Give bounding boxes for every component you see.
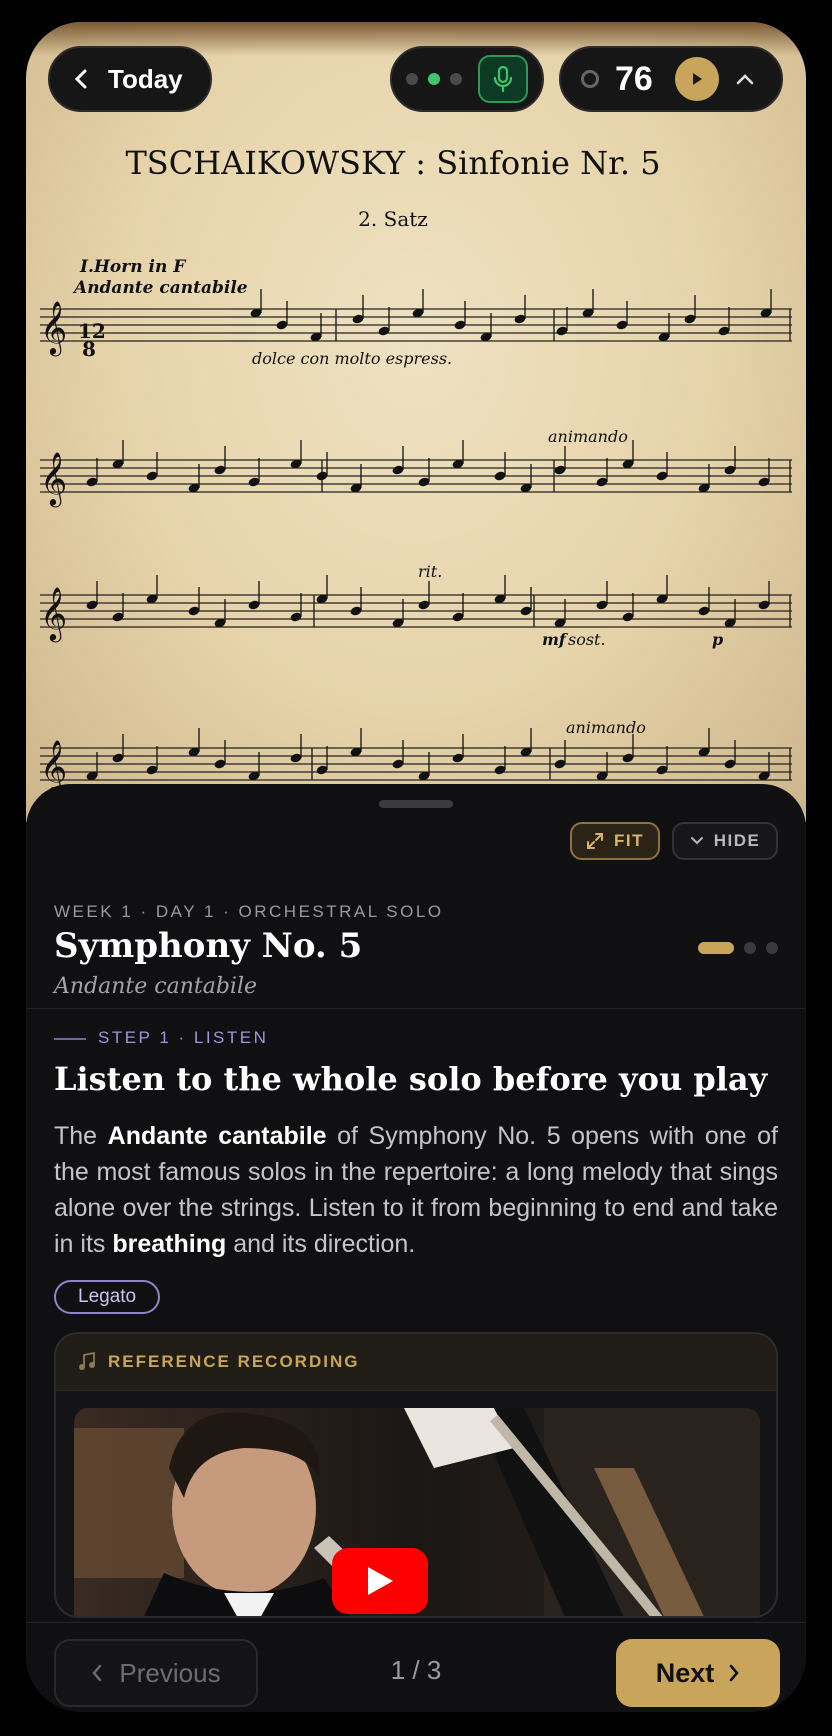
score-movement: 2. Satz [358, 207, 428, 231]
music-note-icon [79, 1352, 95, 1370]
tempo-value[interactable]: 76 [615, 60, 661, 99]
step-heading: Listen to the whole solo before you play [54, 1060, 768, 1098]
score-title: TSCHAIKOWSKY : Sinfonie Nr. 5 [125, 144, 660, 182]
chevron-left-icon [92, 1664, 102, 1682]
drag-handle[interactable] [379, 800, 453, 808]
video-player[interactable] [74, 1408, 760, 1616]
chevron-left-icon [74, 69, 87, 89]
step-label: STEP 1 · LISTEN [98, 1028, 269, 1047]
page-dot-active [698, 942, 734, 954]
body-emphasis: breathing [112, 1230, 227, 1258]
reference-label: REFERENCE RECORDING [108, 1352, 360, 1371]
divider [26, 1008, 806, 1009]
score-p: p [712, 630, 723, 649]
lesson-panel: FIT HIDE WEEK 1 · DAY 1 · ORCHESTRAL SOL… [26, 784, 806, 1712]
hide-label: HIDE [713, 831, 761, 850]
score-instrument: I.Horn in F [79, 257, 187, 277]
step-rule [54, 1038, 86, 1040]
chevron-down-icon [690, 837, 703, 845]
score-tempo-marking: Andante cantabile [72, 278, 248, 298]
technique-tag[interactable]: Legato [54, 1280, 161, 1314]
score-expression: dolce con molto espress. [252, 349, 452, 368]
piece-title: Symphony No. 5 [54, 926, 363, 966]
app-screen: TSCHAIKOWSKY : Sinfonie Nr. 5 2. Satz I.… [26, 22, 806, 1712]
status-dot-active [428, 73, 440, 85]
treble-clef: 𝄞 [40, 451, 67, 507]
reference-header: REFERENCE RECORDING [56, 1334, 776, 1391]
page-dot [766, 942, 778, 954]
status-dot [450, 73, 462, 85]
step-description: The Andante cantabile of Symphony No. 5 … [54, 1118, 778, 1262]
treble-clef: 𝄞 [40, 586, 67, 642]
lesson-kicker: WEEK 1 · DAY 1 · ORCHESTRAL SOLO [54, 902, 444, 921]
metronome-indicator-icon [581, 70, 599, 88]
device-frame: TSCHAIKOWSKY : Sinfonie Nr. 5 2. Satz I.… [0, 0, 832, 1736]
fit-label: FIT [614, 831, 644, 850]
expand-icon [587, 833, 603, 849]
hide-button[interactable]: HIDE [672, 822, 778, 860]
previous-label: Previous [119, 1657, 221, 1688]
status-dot [406, 73, 418, 85]
play-icon [693, 73, 702, 85]
chevron-up-icon[interactable] [735, 72, 755, 86]
play-icon [368, 1567, 393, 1595]
back-button[interactable]: Today [48, 46, 212, 112]
treble-clef: 𝄞 [40, 300, 67, 356]
piece-subtitle: Andante cantabile [54, 974, 258, 999]
youtube-play-button[interactable] [332, 1548, 428, 1614]
reference-recording-card: REFERENCE RECORDING [54, 1332, 778, 1618]
previous-button[interactable]: Previous [54, 1639, 258, 1707]
score-animando-1: animando [548, 427, 628, 446]
score-animando-2: animando [566, 718, 646, 737]
score-mf: mf [542, 630, 569, 649]
svg-text:8: 8 [82, 337, 96, 361]
metronome-pill: 76 [559, 46, 783, 112]
page-dot [744, 942, 756, 954]
score-image: TSCHAIKOWSKY : Sinfonie Nr. 5 2. Satz I.… [40, 144, 792, 795]
metronome-play-button[interactable] [675, 57, 719, 101]
navigation-bar: Previous 1 / 3 Next [26, 1622, 806, 1712]
pagination-dots [698, 942, 778, 954]
step-counter: 1 / 3 [390, 1655, 442, 1685]
body-text: The [54, 1122, 108, 1150]
sheet-music-view[interactable]: TSCHAIKOWSKY : Sinfonie Nr. 5 2. Satz I.… [26, 22, 806, 822]
staff-lines [40, 308, 792, 781]
chevron-right-icon [729, 1664, 739, 1682]
microphone-button[interactable] [478, 55, 528, 103]
score-sost: sost. [568, 630, 606, 649]
score-rit: rit. [418, 562, 442, 581]
back-label: Today [108, 63, 183, 94]
microphone-icon [493, 65, 513, 93]
input-status-pill [390, 46, 544, 112]
body-emphasis: Andante cantabile [107, 1122, 327, 1150]
body-text: and its direction. [226, 1230, 416, 1258]
next-label: Next [655, 1657, 715, 1688]
fit-button[interactable]: FIT [570, 822, 660, 860]
next-button[interactable]: Next [616, 1639, 780, 1707]
